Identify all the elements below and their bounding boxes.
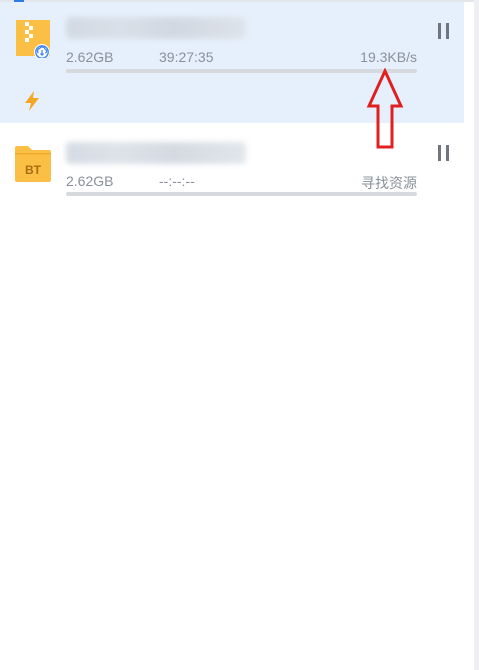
file-size: 2.62GB — [66, 49, 114, 65]
scrollbar-track[interactable] — [474, 0, 479, 670]
download-speed: 19.3KB/s — [360, 49, 417, 65]
status-text: 寻找资源 — [361, 175, 417, 191]
pause-button[interactable] — [438, 145, 452, 161]
file-name-blurred — [66, 142, 246, 164]
pause-icon — [438, 145, 441, 161]
time-remaining: 39:27:35 — [159, 49, 214, 65]
pause-icon — [438, 23, 441, 39]
pause-button[interactable] — [438, 23, 452, 39]
file-size: 2.62GB — [66, 173, 114, 189]
time-remaining: --:--:-- — [159, 173, 195, 189]
progress-bar — [66, 69, 417, 73]
svg-text:BT: BT — [25, 163, 42, 177]
pause-icon — [446, 145, 449, 161]
download-item[interactable]: 2.62GB 39:27:35 19.3KB/s — [0, 2, 464, 149]
file-name-blurred — [66, 17, 246, 39]
download-item[interactable]: BT 2.62GB --:--:-- 寻找资源 — [0, 123, 464, 203]
lightning-icon[interactable] — [22, 90, 42, 112]
download-list: 2.62GB 39:27:35 19.3KB/s BT 2.62GB --:--… — [0, 2, 464, 203]
progress-bar — [66, 192, 417, 196]
cloud-zip-file-icon — [16, 20, 50, 58]
bt-folder-icon: BT — [15, 146, 51, 182]
pause-icon — [446, 23, 449, 39]
